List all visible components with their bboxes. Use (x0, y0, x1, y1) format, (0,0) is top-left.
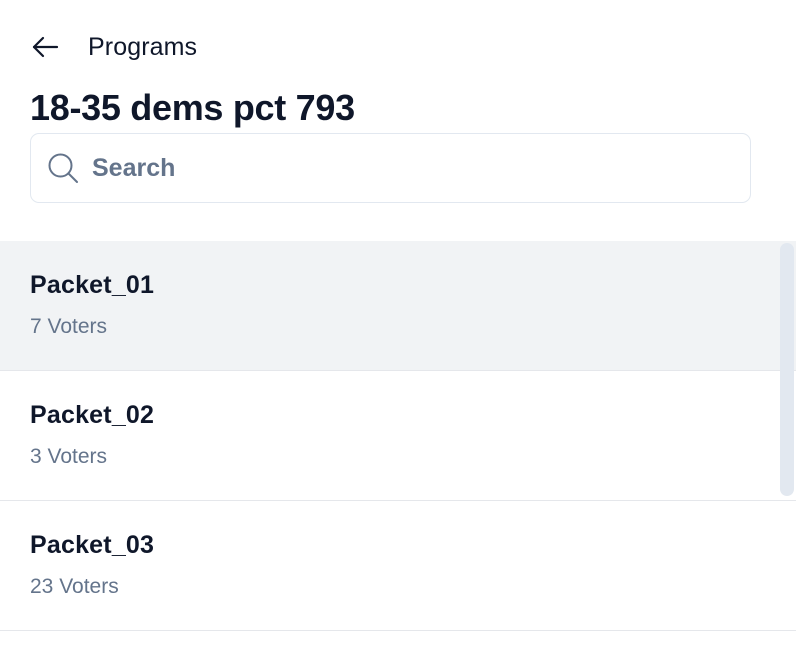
top-bar: Programs (30, 28, 197, 66)
breadcrumb-programs[interactable]: Programs (88, 33, 197, 62)
arrow-left-icon (31, 35, 59, 59)
voter-count: 23 Voters (30, 575, 119, 598)
list-scrollbar[interactable] (780, 243, 794, 496)
list-item[interactable]: Packet_02 3 Voters (0, 371, 796, 501)
packets-screen: Programs 18-35 dems pct 793 Packet_01 7 … (0, 0, 796, 652)
list-item[interactable]: Packet_01 7 Voters (0, 241, 796, 371)
search-input[interactable] (92, 148, 750, 188)
voter-count: 7 Voters (30, 315, 108, 338)
packet-name: Packet_02 (30, 401, 155, 429)
page-title: 18-35 dems pct 793 (30, 87, 355, 128)
list-item[interactable]: Packet_03 23 Voters (0, 501, 796, 631)
packet-list: Packet_01 7 Voters Packet_02 3 Voters Pa… (0, 241, 796, 652)
search-box[interactable] (30, 133, 751, 203)
packet-name: Packet_01 (30, 271, 155, 299)
voter-count: 3 Voters (30, 445, 108, 468)
back-button[interactable] (30, 28, 60, 66)
search-icon (46, 151, 80, 185)
packet-name: Packet_03 (30, 531, 155, 559)
